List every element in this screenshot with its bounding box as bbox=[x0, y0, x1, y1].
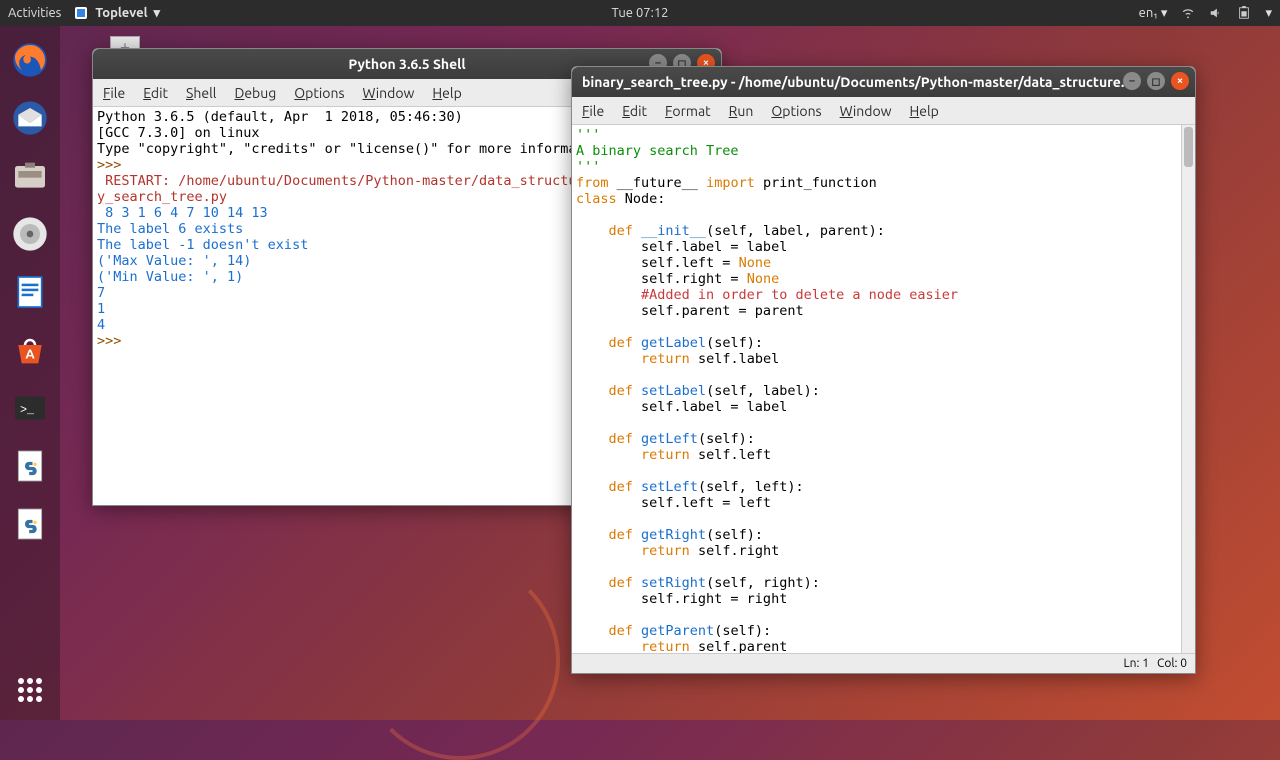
menu-file[interactable]: File bbox=[103, 85, 125, 101]
dock-software[interactable]: A bbox=[6, 326, 54, 374]
svg-text:A: A bbox=[25, 346, 35, 361]
close-button[interactable]: × bbox=[1171, 72, 1189, 90]
editor-titlebar[interactable]: binary_search_tree.py - /home/ubuntu/Doc… bbox=[572, 67, 1195, 97]
svg-text:>_: >_ bbox=[20, 403, 35, 417]
menu-help[interactable]: Help bbox=[910, 103, 939, 119]
menu-window[interactable]: Window bbox=[840, 103, 892, 119]
editor-scrollbar[interactable] bbox=[1181, 125, 1195, 653]
clock[interactable]: Tue 07:12 bbox=[612, 6, 669, 20]
editor-statusbar: Ln: 1 Col: 0 bbox=[572, 653, 1195, 673]
dock-python-file1[interactable] bbox=[6, 442, 54, 490]
editor-window: binary_search_tree.py - /home/ubuntu/Doc… bbox=[571, 66, 1196, 674]
editor-text[interactable]: ''' A binary search Tree ''' from __futu… bbox=[572, 125, 1195, 653]
volume-icon[interactable] bbox=[1209, 6, 1223, 20]
scrollbar-thumb[interactable] bbox=[1184, 127, 1193, 167]
dock-firefox[interactable] bbox=[6, 36, 54, 84]
menu-debug[interactable]: Debug bbox=[234, 85, 276, 101]
wallpaper-swirl bbox=[360, 560, 560, 760]
chevron-down-icon[interactable]: ▾ bbox=[1265, 6, 1272, 21]
dock-rhythmbox[interactable] bbox=[6, 210, 54, 258]
app-menu[interactable]: Toplevel ▾ bbox=[73, 5, 160, 21]
dock-libreoffice-writer[interactable] bbox=[6, 268, 54, 316]
shell-title: Python 3.6.5 Shell bbox=[348, 56, 465, 72]
dock-terminal[interactable]: >_ bbox=[6, 384, 54, 432]
menu-shell[interactable]: Shell bbox=[186, 85, 216, 101]
show-applications-button[interactable] bbox=[18, 678, 42, 702]
editor-title: binary_search_tree.py - /home/ubuntu/Doc… bbox=[582, 74, 1131, 90]
menu-file[interactable]: File bbox=[582, 103, 604, 119]
dock-python-file2[interactable] bbox=[6, 500, 54, 548]
gnome-topbar: Activities Toplevel ▾ Tue 07:12 en₁ ▾ ▾ bbox=[0, 0, 1280, 26]
menu-help[interactable]: Help bbox=[432, 85, 461, 101]
battery-icon[interactable] bbox=[1237, 6, 1251, 20]
maximize-button[interactable]: ◻ bbox=[1147, 72, 1165, 90]
dock-files[interactable] bbox=[6, 152, 54, 200]
input-lang[interactable]: en₁ ▾ bbox=[1139, 6, 1168, 21]
minimize-button[interactable]: – bbox=[1123, 72, 1141, 90]
menu-run[interactable]: Run bbox=[729, 103, 754, 119]
status-col: Col: 0 bbox=[1157, 657, 1187, 670]
status-line: Ln: 1 bbox=[1124, 657, 1149, 670]
editor-menubar: File Edit Format Run Options Window Help bbox=[572, 97, 1195, 125]
menu-options[interactable]: Options bbox=[771, 103, 821, 119]
app-icon bbox=[73, 5, 89, 21]
chevron-down-icon: ▾ bbox=[154, 6, 161, 21]
wifi-icon[interactable] bbox=[1181, 6, 1195, 20]
menu-format[interactable]: Format bbox=[665, 103, 711, 119]
menu-edit[interactable]: Edit bbox=[143, 85, 168, 101]
dock-thunderbird[interactable] bbox=[6, 94, 54, 142]
menu-edit[interactable]: Edit bbox=[622, 103, 647, 119]
menu-window[interactable]: Window bbox=[363, 85, 415, 101]
menu-options[interactable]: Options bbox=[294, 85, 344, 101]
app-menu-label: Toplevel bbox=[95, 6, 147, 20]
launcher-dock: A >_ bbox=[0, 26, 60, 720]
activities-button[interactable]: Activities bbox=[8, 6, 61, 20]
